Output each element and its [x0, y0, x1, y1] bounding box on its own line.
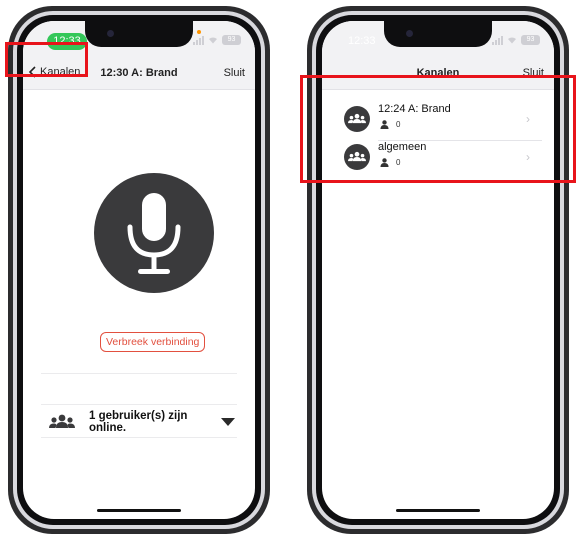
- privacy-indicator: [197, 30, 201, 34]
- users-online-label: 1 gebruiker(s) zijn online.: [89, 410, 188, 434]
- highlight-back-button: [5, 42, 88, 77]
- left-phone: 12:33 93 Kanalen 12:30 A: Brand Sluit Ve…: [8, 6, 270, 534]
- divider: [41, 437, 237, 438]
- users-online-row[interactable]: 1 gebruiker(s) zijn online.: [41, 407, 239, 437]
- status-time: 12:33: [348, 35, 376, 47]
- close-button[interactable]: Sluit: [224, 67, 245, 79]
- wifi-icon: [209, 37, 217, 44]
- notch: [384, 21, 492, 47]
- left-screen: 12:33 93 Kanalen 12:30 A: Brand Sluit Ve…: [23, 21, 255, 519]
- caret-down-icon[interactable]: [221, 418, 235, 426]
- signal-icon: [193, 35, 204, 45]
- microphone-icon: [127, 193, 181, 274]
- divider: [41, 404, 237, 405]
- microphone-button[interactable]: [94, 173, 214, 293]
- signal-icon: [492, 35, 503, 45]
- users-group-icon: [49, 414, 75, 428]
- disconnect-button[interactable]: Verbreek verbinding: [100, 332, 206, 352]
- notch: [85, 21, 193, 47]
- highlight-channel-list: [300, 75, 576, 183]
- battery-icon: 93: [222, 35, 241, 45]
- home-indicator: [396, 509, 480, 512]
- home-indicator: [97, 509, 181, 512]
- divider: [41, 373, 237, 374]
- wifi-icon: [508, 37, 516, 44]
- battery-icon: 93: [521, 35, 540, 45]
